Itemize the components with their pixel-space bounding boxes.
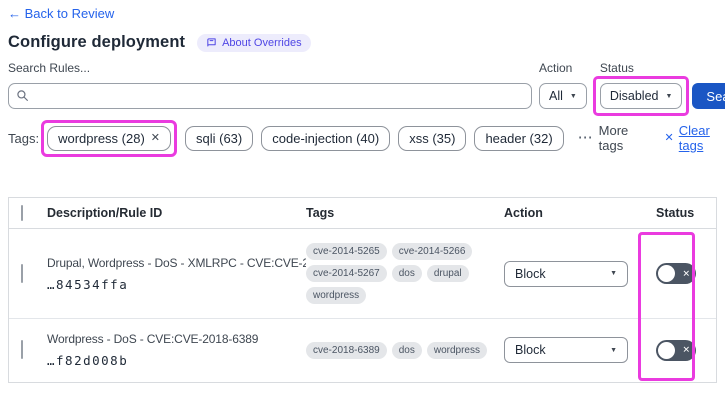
rule-tag-pill: cve-2014-5267 [306, 265, 387, 282]
rule-tag-pill: cve-2014-5266 [391, 243, 473, 260]
selected-tag-highlight-annotation: wordpress (28) ✕ [41, 119, 177, 157]
book-icon [206, 37, 217, 48]
caret-down-icon: ▼ [569, 92, 577, 100]
more-tags-button[interactable]: ⋯ More tags [578, 123, 643, 153]
column-header-action: Action [504, 206, 543, 220]
status-filter-value: Disabled [609, 89, 659, 103]
column-header-status: Status [656, 206, 695, 220]
configure-deployment-page: ← Back to Review Configure deployment Ab… [0, 0, 725, 406]
action-filter-group: Action All ▼ [539, 61, 587, 109]
status-filter-highlight-annotation: Disabled ▼ [592, 76, 690, 116]
toggle-knob [658, 265, 675, 282]
row-checkbox[interactable] [21, 263, 23, 283]
rule-description: Drupal, Wordpress - DoS - XMLRPC - CVE:C… [47, 255, 306, 270]
page-title: Configure deployment [8, 33, 186, 51]
row-checkbox[interactable] [21, 340, 23, 359]
status-filter-dropdown[interactable]: Disabled ▼ [599, 83, 683, 109]
search-button[interactable]: Search [692, 83, 725, 109]
status-toggle-off[interactable]: ✕ [656, 263, 696, 284]
toggle-x-icon: ✕ [682, 344, 690, 355]
caret-down-icon: ▼ [665, 92, 673, 100]
toggle-knob [658, 341, 675, 359]
rule-description: Wordpress - DoS - CVE:CVE-2018-6389 [47, 332, 259, 346]
title-row: Configure deployment About Overrides [8, 33, 311, 52]
tag-chip-sqli[interactable]: sqli (63) [185, 125, 254, 151]
clear-tags-button[interactable]: ✕ Clear tags [665, 123, 725, 153]
column-header-description: Description/Rule ID [47, 206, 163, 220]
tag-chip-wordpress[interactable]: wordpress (28) ✕ [47, 125, 171, 151]
tags-label: Tags: [8, 130, 40, 146]
caret-down-icon: ▼ [610, 346, 617, 354]
toggle-x-icon: ✕ [682, 268, 690, 278]
tag-chip-header[interactable]: header (32) [474, 125, 564, 151]
action-select[interactable]: Block ▼ [504, 260, 628, 287]
rule-tag-pill: wordpress [306, 287, 367, 304]
back-to-review-link[interactable]: ← Back to Review [8, 6, 114, 21]
rule-tags: cve-2018-6389 dos wordpress [306, 341, 500, 359]
rule-tag-pill: dos [391, 265, 422, 282]
rule-tag-pill: wordpress [426, 341, 487, 359]
rule-tags: cve-2014-5265 cve-2014-5266 cve-2014-526… [306, 243, 500, 304]
search-group: Search Rules... [8, 61, 532, 109]
action-filter-value: All [549, 89, 563, 103]
clear-icon: ✕ [664, 131, 674, 144]
rule-tag-pill: dos [391, 341, 422, 359]
action-select[interactable]: Block ▼ [504, 337, 628, 363]
action-filter-label: Action [539, 61, 573, 75]
rule-id: …84534ffa [47, 276, 129, 292]
tag-chip-code-injection[interactable]: code-injection (40) [261, 125, 391, 151]
tag-chip-label: wordpress (28) [58, 130, 145, 146]
rule-tag-pill: cve-2018-6389 [306, 341, 387, 359]
table-header-row: Description/Rule ID Tags Action Status [9, 198, 716, 229]
tag-chip-xss[interactable]: xss (35) [398, 125, 467, 151]
tags-bar: Tags: wordpress (28) ✕ sqli (63) code-in… [8, 119, 725, 157]
rules-table: Description/Rule ID Tags Action Status D… [8, 197, 717, 383]
remove-tag-icon[interactable]: ✕ [151, 132, 160, 144]
clear-tags-label: Clear tags [678, 123, 710, 153]
about-overrides-badge[interactable]: About Overrides [197, 33, 311, 52]
caret-down-icon: ▼ [610, 270, 617, 277]
select-all-checkbox[interactable] [21, 205, 23, 221]
status-toggle-off[interactable]: ✕ [656, 339, 696, 361]
about-overrides-label: About Overrides [222, 36, 302, 49]
rule-tag-pill: cve-2014-5265 [306, 243, 387, 260]
status-filter-group: Status Disabled ▼ [592, 61, 690, 116]
rule-id: …f82d008b [47, 353, 129, 368]
action-select-value: Block [515, 343, 546, 357]
status-filter-label: Status [599, 61, 634, 75]
filter-row: Search Rules... Action All ▼ Status Disa… [8, 61, 725, 116]
action-select-value: Block [515, 266, 546, 281]
table-row: Wordpress - DoS - CVE:CVE-2018-6389 …f82… [9, 319, 716, 381]
search-rules-label: Search Rules... [8, 61, 91, 75]
search-rules-input[interactable] [8, 83, 532, 109]
table-row: Drupal, Wordpress - DoS - XMLRPC - CVE:C… [9, 229, 716, 319]
rule-tag-pill: drupal [426, 265, 469, 282]
more-tags-label: More tags [598, 123, 629, 153]
search-icon [16, 89, 29, 107]
column-header-tags: Tags [306, 206, 335, 220]
action-filter-dropdown[interactable]: All ▼ [539, 83, 587, 109]
